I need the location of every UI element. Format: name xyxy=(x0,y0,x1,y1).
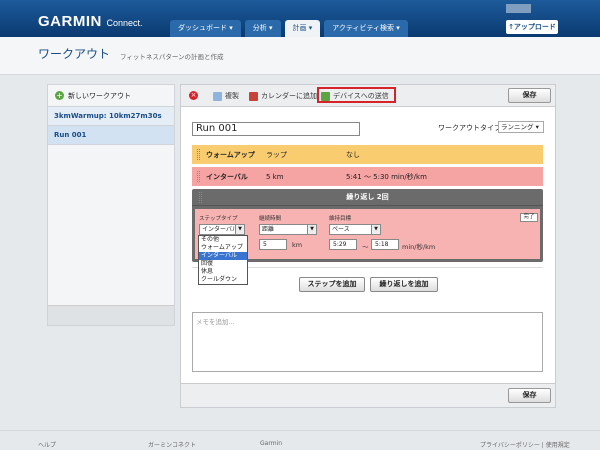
step-type-select[interactable]: インターバル ▼ xyxy=(199,224,245,235)
chevron-down-icon: ▼ xyxy=(371,225,380,234)
copy-icon xyxy=(213,91,222,101)
editor-toolbar: × 複製 カレンダーに追加 デバイスへの送信 保存 xyxy=(181,85,555,107)
memo-textarea[interactable]: メモを追加... xyxy=(192,312,543,372)
new-workout-button[interactable]: + 新しいワークアウト xyxy=(48,85,174,107)
dropdown-option[interactable]: ウォームアップ xyxy=(199,244,247,252)
dropdown-option-selected[interactable]: インターバル xyxy=(199,252,247,260)
pace-from-input[interactable]: 5:29 xyxy=(329,239,357,250)
drag-handle-icon[interactable] xyxy=(199,192,202,203)
target-label: 維持目標 xyxy=(329,216,352,222)
chevron-down-icon: ▼ xyxy=(235,225,244,234)
delete-button[interactable]: × xyxy=(189,91,201,100)
workout-name-input[interactable]: Run 001 xyxy=(192,122,360,136)
step-name: ウォームアップ xyxy=(206,150,255,159)
done-button[interactable]: 完了 xyxy=(520,213,538,222)
add-repeat-button[interactable]: 繰り返しを追加 xyxy=(370,277,438,292)
step-target: なし xyxy=(346,150,360,159)
nav-tab-activity-search[interactable]: アクティビティ検索 ▾ xyxy=(324,20,408,37)
repeat-title: 繰り返し 2回 xyxy=(192,189,543,206)
save-button-bottom[interactable]: 保存 xyxy=(508,388,551,403)
step-duration: 5 km xyxy=(266,172,284,181)
page-header: ワークアウト フィットネスパターンの計画と作成 xyxy=(0,37,600,75)
page-subtitle: フィットネスパターンの計画と作成 xyxy=(120,53,224,61)
dropdown-option[interactable]: 回復 xyxy=(199,260,247,268)
footer-community-link[interactable]: ガーミンコネクト xyxy=(148,440,196,449)
workout-list: 3kmWarmup: 10km27m30s Run 001 xyxy=(48,107,174,145)
nav-tab-plan[interactable]: 計画 ▾ xyxy=(284,20,321,37)
sidebar-footer xyxy=(48,305,174,325)
main-nav: ダッシュボード ▾ 分析 ▾ 計画 ▾ アクティビティ検索 ▾ xyxy=(170,20,412,37)
delete-icon: × xyxy=(189,91,198,100)
step-target: 5:41 〜 5:30 min/秒/km xyxy=(346,172,427,181)
add-to-calendar-button[interactable]: カレンダーに追加 xyxy=(249,91,317,101)
user-name-blurred[interactable] xyxy=(506,4,531,13)
workout-list-item[interactable]: 3kmWarmup: 10km27m30s xyxy=(48,107,174,126)
editor-footer: 保存 xyxy=(181,383,555,407)
page-footer: ヘルプ ガーミンコネクト Garmin プライバシーポリシー | 使用規定 xyxy=(0,430,600,450)
drag-handle-icon[interactable] xyxy=(197,149,200,160)
step-duration: ラップ xyxy=(266,150,287,159)
page-title: ワークアウト xyxy=(38,47,111,61)
nav-tab-dashboard[interactable]: ダッシュボード ▾ xyxy=(170,20,241,37)
calendar-label: カレンダーに追加 xyxy=(261,92,317,100)
workout-type-value: ランニング xyxy=(501,123,534,131)
pace-separator: 〜 xyxy=(362,243,369,251)
step-name: インターバル xyxy=(206,172,248,181)
distance-unit: km xyxy=(292,241,303,249)
workout-sidebar: + 新しいワークアウト 3kmWarmup: 10km27m30s Run 00… xyxy=(47,84,175,326)
garmin-logo[interactable]: GARMIN Connect. xyxy=(38,13,143,30)
pace-to-input[interactable]: 5:18 xyxy=(371,239,399,250)
step-type-value: インターバル xyxy=(202,226,238,233)
workout-type-select[interactable]: ランニング ▾ xyxy=(498,121,544,133)
upload-button[interactable]: ↑アップロード xyxy=(506,20,558,34)
footer-garmin-link[interactable]: Garmin xyxy=(260,440,282,447)
dropdown-option[interactable]: クールダウン xyxy=(199,276,247,284)
footer-help-link[interactable]: ヘルプ xyxy=(38,440,56,449)
drag-handle-icon[interactable] xyxy=(197,171,200,182)
send-highlight-box xyxy=(317,87,396,103)
duration-select[interactable]: 距離 ▼ xyxy=(259,224,317,235)
target-value: ペース xyxy=(332,226,350,233)
distance-input[interactable]: 5 xyxy=(259,239,287,250)
nav-tab-analysis[interactable]: 分析 ▾ xyxy=(244,20,281,37)
footer-policy-link[interactable]: プライバシーポリシー | 使用規定 xyxy=(480,440,570,449)
copy-button[interactable]: 複製 xyxy=(213,91,239,101)
copy-label: 複製 xyxy=(225,92,239,100)
top-bar: GARMIN Connect. ダッシュボード ▾ 分析 ▾ 計画 ▾ アクティ… xyxy=(0,0,600,37)
workout-type-label: ワークアウトタイプ: xyxy=(438,124,504,132)
chevron-down-icon: ▼ xyxy=(307,225,316,234)
save-button-top[interactable]: 保存 xyxy=(508,88,551,103)
plus-icon: + xyxy=(55,91,64,100)
step-type-label: ステップタイプ xyxy=(199,216,238,222)
duration-label: 継続時間 xyxy=(259,216,282,222)
step-type-dropdown[interactable]: その他 ウォームアップ インターバル 回復 休息 クールダウン xyxy=(198,235,248,285)
step-warmup[interactable]: ウォームアップ ラップ なし xyxy=(192,145,543,164)
step-interval[interactable]: インターバル 5 km 5:41 〜 5:30 min/秒/km xyxy=(192,167,543,186)
duration-value: 距離 xyxy=(262,226,275,233)
dropdown-option[interactable]: 休息 xyxy=(199,268,247,276)
workout-list-item-active[interactable]: Run 001 xyxy=(48,126,174,145)
add-step-button[interactable]: ステップを追加 xyxy=(299,277,365,292)
new-workout-label: 新しいワークアウト xyxy=(68,91,131,100)
pace-unit: min/秒/km xyxy=(402,243,436,251)
dropdown-option[interactable]: その他 xyxy=(199,236,247,244)
target-select[interactable]: ペース ▼ xyxy=(329,224,381,235)
calendar-icon xyxy=(249,91,258,101)
